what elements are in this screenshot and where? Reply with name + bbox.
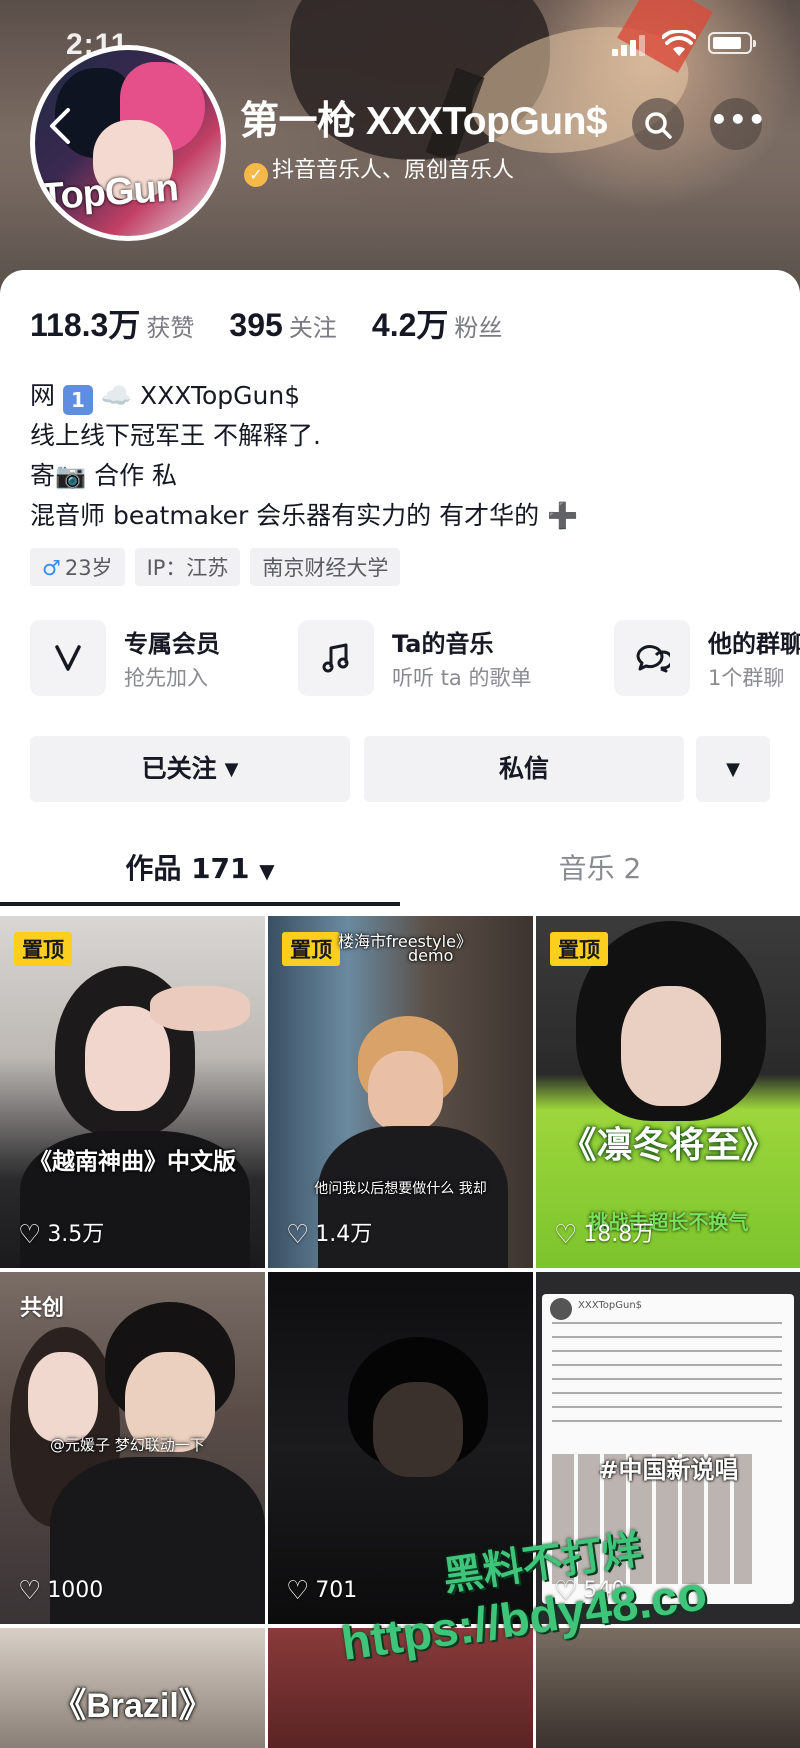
video-subtitle: 他问我以后想要做什么 我却	[314, 1181, 487, 1197]
pinned-badge: 置顶	[282, 932, 340, 966]
search-icon	[645, 111, 672, 139]
signal-icon	[612, 34, 648, 56]
bio-line: 寄📷 合作 私	[30, 461, 178, 490]
video-caption: @元媛子 梦幻联动一下	[50, 1436, 205, 1454]
bio-line: 混音师 beatmaker 会乐器有实力的 有才华的 ➕	[30, 501, 579, 530]
keycap-one-icon: 1	[62, 385, 93, 415]
heart-icon: ♡	[286, 1576, 310, 1606]
content-tabs: 作品 171 ▼ 音乐 2	[0, 844, 800, 906]
caret-down-icon: ▼	[726, 759, 740, 780]
action-buttons: 已关注 ▼ 私信 ▼	[30, 736, 770, 802]
video-thumbnail[interactable]: 共创 @元媛子 梦幻联动一下 ♡ 1000	[0, 1272, 265, 1624]
school-tag[interactable]: 南京财经大学	[250, 548, 401, 586]
chat-icon	[614, 620, 690, 696]
video-likes: ♡ 18.8万	[554, 1220, 655, 1250]
chevron-left-icon	[50, 108, 70, 144]
stat-following[interactable]: 395 关注	[229, 307, 336, 344]
male-icon: ♂	[42, 556, 61, 580]
video-caption: demo	[408, 946, 454, 965]
video-likes: ♡ 3.5万	[18, 1220, 105, 1250]
stat-followers[interactable]: 4.2万 粉丝	[372, 300, 503, 346]
profile-name: 第一枪 XXXTopGun$	[240, 100, 608, 143]
bio-line: 线上线下冠军王 不解释了.	[30, 421, 321, 450]
heart-icon: ♡	[286, 1220, 310, 1250]
v-icon	[30, 620, 106, 696]
video-thumbnail[interactable]: 置顶 《凛冬将至》 挑战击超长不换气 ♡ 18.8万	[536, 916, 800, 1268]
music-note-icon	[298, 620, 374, 696]
video-thumbnail[interactable]: 置顶 《越南神曲》中文版 ♡ 3.5万	[0, 916, 265, 1268]
pinned-badge: 置顶	[14, 932, 72, 966]
video-thumbnail[interactable]	[536, 1628, 800, 1748]
pinned-badge: 置顶	[550, 932, 608, 966]
caret-down-icon: ▼	[259, 859, 275, 883]
video-caption: 《Brazil》	[52, 1687, 213, 1725]
avatar	[550, 1298, 572, 1320]
more-dots-icon: •••	[710, 103, 767, 136]
bio-line: 网 1 ☁️ XXXTopGun$	[30, 376, 578, 416]
more-options-button[interactable]: ▼	[696, 736, 770, 802]
verified-check-icon: ✓	[244, 163, 268, 187]
age-tag: ♂ 23岁	[30, 548, 125, 586]
heart-icon: ♡	[554, 1220, 578, 1250]
video-likes: ♡ 1000	[18, 1576, 104, 1606]
verification-label: ✓ 抖音音乐人、原创音乐人	[244, 152, 514, 187]
video-caption: 《越南神曲》中文版	[29, 1149, 236, 1175]
bio: 网 1 ☁️ XXXTopGun$ 线上线下冠军王 不解释了. 寄📷 合作 私 …	[30, 376, 578, 536]
avatar-logo-text: TopGun	[39, 167, 180, 219]
tab-works[interactable]: 作品 171 ▼	[0, 844, 400, 904]
wifi-icon	[662, 30, 696, 56]
profile-tags: ♂ 23岁 IP：江苏 南京财经大学	[30, 548, 410, 586]
co-create-badge: 共创	[20, 1296, 65, 1321]
ip-tag: IP：江苏	[134, 548, 241, 586]
message-button[interactable]: 私信	[364, 736, 684, 802]
feature-entries: 专属会员 抢先加入 Ta的音乐 听听 ta 的歌单 他的群聊 1个群聊	[30, 618, 800, 708]
video-likes: ♡ 1.4万	[286, 1220, 373, 1250]
caret-down-icon: ▼	[224, 759, 239, 780]
video-thumbnail[interactable]: 置顶 楼海市freestyle》 demo 他问我以后想要做什么 我却 ♡ 1.4…	[268, 916, 533, 1268]
active-tab-indicator	[0, 902, 400, 906]
stat-likes[interactable]: 118.3万 获赞	[30, 300, 194, 346]
followed-button[interactable]: 已关注 ▼	[30, 736, 350, 802]
video-caption: #中国新说唱	[598, 1456, 739, 1484]
stats-row: 118.3万 获赞 395 关注 4.2万 粉丝	[30, 300, 532, 346]
tab-music[interactable]: 音乐 2	[400, 844, 800, 904]
search-button[interactable]	[632, 98, 684, 150]
feature-group-chat[interactable]: 他的群聊 1个群聊	[614, 618, 800, 698]
camera-icon: 📷	[55, 461, 87, 490]
back-button[interactable]	[38, 106, 82, 150]
more-button[interactable]: •••	[710, 98, 766, 150]
heart-icon: ♡	[18, 1220, 42, 1250]
video-caption: 《凛冬将至》	[560, 1125, 777, 1166]
cloud-icon: ☁️	[100, 381, 133, 410]
feature-membership[interactable]: 专属会员 抢先加入	[30, 618, 270, 698]
video-thumbnail[interactable]: 《Brazil》	[0, 1628, 265, 1748]
heart-icon: ♡	[18, 1576, 42, 1606]
battery-icon	[708, 32, 756, 54]
feature-music[interactable]: Ta的音乐 听听 ta 的歌单	[298, 618, 578, 698]
